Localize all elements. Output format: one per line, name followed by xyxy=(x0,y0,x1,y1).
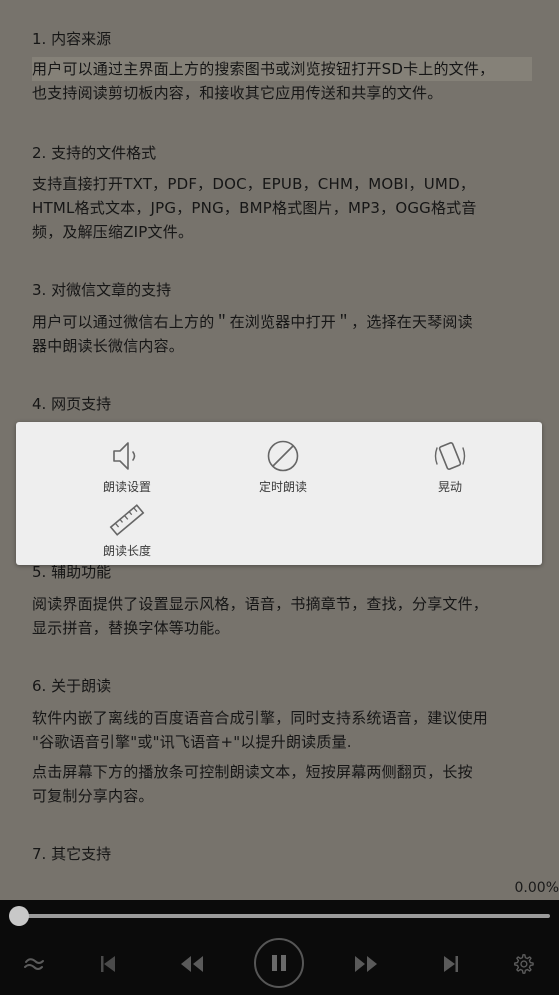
speaker-icon xyxy=(113,442,136,470)
repeat-icon xyxy=(24,958,44,970)
rewind-icon xyxy=(181,956,203,972)
skip-previous-icon xyxy=(101,956,115,972)
paragraph-line: 软件内嵌了离线的百度语音合成引擎，同时支持系统语音，建议使用 xyxy=(32,709,489,727)
paragraph-line: 显示拼音，替换字体等功能。 xyxy=(32,619,230,637)
fast-forward-icon xyxy=(355,956,377,972)
section-title-2: 2. 支持的文件格式 xyxy=(32,144,157,162)
skip-next-icon xyxy=(444,956,458,972)
read-length-label: 朗读长度 xyxy=(102,544,151,558)
shake-phone-icon xyxy=(434,442,466,470)
paragraph-line: 支持直接打开TXT，PDF，DOC，EPUB，CHM，MOBI，UMD， xyxy=(32,175,476,193)
section-title-4: 4. 网页支持 xyxy=(32,395,112,413)
paragraph-line: 阅读界面提供了设置显示风格，语音，书摘章节，查找，分享文件， xyxy=(32,595,489,613)
section-title-6: 6. 关于朗读 xyxy=(32,677,112,695)
progress-slider-thumb[interactable] xyxy=(9,906,29,926)
section-paragraph-6b: 点击屏幕下方的播放条可控制朗读文本，短按屏幕两侧翻页，长按 可复制分享内容。 xyxy=(32,760,532,808)
paragraph-line: 频，及解压缩ZIP文件。 xyxy=(32,223,194,241)
read-length-button[interactable]: 朗读长度 xyxy=(67,500,187,559)
rewind-button[interactable] xyxy=(174,946,210,982)
paragraph-line: HTML格式文本，JPG，PNG，BMP格式图片，MP3，OGG格式音 xyxy=(32,199,477,217)
progress-slider-track[interactable] xyxy=(18,914,550,918)
fast-forward-button[interactable] xyxy=(348,946,384,982)
paragraph-line: 用户可以通过微信右上方的＂在浏览器中打开＂，选择在天琴阅读 xyxy=(32,313,473,331)
section-paragraph-6: 软件内嵌了离线的百度语音合成引擎，同时支持系统语音，建议使用 "谷歌语音引擎"或… xyxy=(32,706,532,754)
shake-label: 晃动 xyxy=(437,480,462,494)
ruler-icon xyxy=(109,504,145,536)
section-paragraph-3: 用户可以通过微信右上方的＂在浏览器中打开＂，选择在天琴阅读 器中朗读长微信内容。 xyxy=(32,310,532,358)
pause-icon xyxy=(272,955,286,971)
section-paragraph-5: 阅读界面提供了设置显示风格，语音，书摘章节，查找，分享文件， 显示拼音，替换字体… xyxy=(32,592,532,640)
section-title-7: 7. 其它支持 xyxy=(32,845,112,863)
repeat-button[interactable] xyxy=(16,946,52,982)
paragraph-line: 点击屏幕下方的播放条可控制朗读文本，短按屏幕两侧翻页，长按 xyxy=(32,763,473,781)
shake-button[interactable]: 晃动 xyxy=(390,436,510,495)
read-aloud-menu: 朗读设置 定时朗读 晃动 朗读长度 xyxy=(16,422,542,565)
section-paragraph-2: 支持直接打开TXT，PDF，DOC，EPUB，CHM，MOBI，UMD， HTM… xyxy=(32,172,532,244)
timer-read-label: 定时朗读 xyxy=(258,480,307,494)
paragraph-line: 用户可以通过主界面上方的搜索图书或浏览按钮打开SD卡上的文件， xyxy=(32,57,532,81)
section-title-5: 5. 辅助功能 xyxy=(32,563,112,581)
progress-percent: 0.00% xyxy=(514,880,559,896)
section-paragraph-1: 用户可以通过主界面上方的搜索图书或浏览按钮打开SD卡上的文件， 也支持阅读剪切板… xyxy=(32,57,532,105)
read-settings-label: 朗读设置 xyxy=(102,480,151,494)
previous-chapter-button[interactable] xyxy=(90,946,126,982)
prohibit-icon xyxy=(267,440,299,472)
section-title-1: 1. 内容来源 xyxy=(32,30,112,48)
playback-bar xyxy=(0,900,559,995)
gear-icon xyxy=(514,954,534,974)
paragraph-line: 可复制分享内容。 xyxy=(32,787,154,805)
section-title-3: 3. 对微信文章的支持 xyxy=(32,281,172,299)
pause-button[interactable] xyxy=(254,938,304,988)
timer-read-button[interactable]: 定时朗读 xyxy=(223,436,343,495)
paragraph-line: "谷歌语音引擎"或"讯飞语音+"以提升朗读质量. xyxy=(32,733,352,751)
read-settings-button[interactable]: 朗读设置 xyxy=(67,436,187,495)
next-chapter-button[interactable] xyxy=(433,946,469,982)
settings-button[interactable] xyxy=(505,946,541,982)
paragraph-line: 也支持阅读剪切板内容，和接收其它应用传送和共享的文件。 xyxy=(32,84,443,102)
paragraph-line: 器中朗读长微信内容。 xyxy=(32,337,185,355)
